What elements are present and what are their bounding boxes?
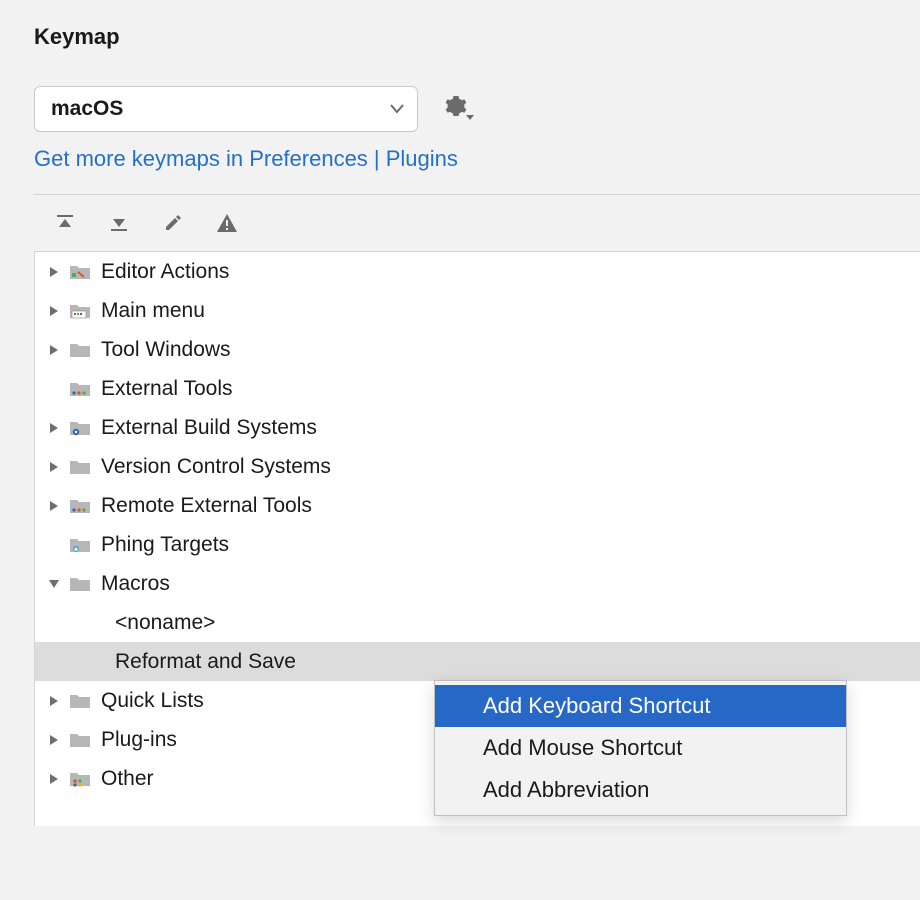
page-title: Keymap xyxy=(34,24,920,50)
gear-icon xyxy=(444,94,468,124)
folder-icon xyxy=(65,263,95,281)
tree-item-phing-targets[interactable]: Phing Targets xyxy=(35,525,920,564)
warning-icon xyxy=(216,213,238,239)
tree-item-main-menu[interactable]: Main menu xyxy=(35,291,920,330)
tree-item-label: Phing Targets xyxy=(101,533,229,557)
context-menu: Add Keyboard Shortcut Add Mouse Shortcut… xyxy=(434,680,847,816)
tree-item-external-tools[interactable]: External Tools xyxy=(35,369,920,408)
folder-icon xyxy=(65,731,95,749)
action-tree[interactable]: Editor Actions Main menu Tool Windows Ex… xyxy=(34,251,920,826)
keymap-selected-label: macOS xyxy=(51,97,123,121)
tree-item-label: External Build Systems xyxy=(101,416,317,440)
keymap-settings-button[interactable] xyxy=(442,95,470,123)
tree-item-macro-reformat-and-save[interactable]: Reformat and Save xyxy=(35,642,920,681)
tree-item-label: <noname> xyxy=(115,611,215,635)
expand-arrow-icon[interactable] xyxy=(43,773,65,785)
expand-arrow-icon[interactable] xyxy=(43,695,65,707)
folder-icon xyxy=(65,692,95,710)
tree-item-external-build-systems[interactable]: External Build Systems xyxy=(35,408,920,447)
edit-button[interactable] xyxy=(160,213,186,239)
chevron-down-icon xyxy=(389,97,405,121)
folder-icon xyxy=(65,458,95,476)
folder-icon xyxy=(65,380,95,398)
folder-icon xyxy=(65,770,95,788)
tree-item-label: Plug-ins xyxy=(101,728,177,752)
keymap-selector[interactable]: macOS xyxy=(34,86,418,132)
collapse-all-button[interactable] xyxy=(106,213,132,239)
tree-item-label: Version Control Systems xyxy=(101,455,331,479)
folder-icon xyxy=(65,497,95,515)
tree-toolbar xyxy=(34,203,920,251)
tree-item-label: Remote External Tools xyxy=(101,494,312,518)
pencil-icon xyxy=(163,213,183,239)
folder-icon xyxy=(65,302,95,320)
tree-item-remote-external-tools[interactable]: Remote External Tools xyxy=(35,486,920,525)
tree-item-macros[interactable]: Macros xyxy=(35,564,920,603)
expand-arrow-icon[interactable] xyxy=(43,500,65,512)
tree-item-tool-windows[interactable]: Tool Windows xyxy=(35,330,920,369)
folder-icon xyxy=(65,536,95,554)
tree-item-label: Editor Actions xyxy=(101,260,229,284)
expand-all-button[interactable] xyxy=(52,213,78,239)
expand-arrow-icon[interactable] xyxy=(43,734,65,746)
divider xyxy=(34,194,920,195)
get-more-keymaps-link[interactable]: Get more keymaps in Preferences | Plugin… xyxy=(34,146,920,172)
tree-item-label: Macros xyxy=(101,572,170,596)
folder-icon xyxy=(65,575,95,593)
menu-item-add-keyboard-shortcut[interactable]: Add Keyboard Shortcut xyxy=(435,685,846,727)
expand-all-icon xyxy=(55,213,75,239)
tree-item-label: Main menu xyxy=(101,299,205,323)
collapse-all-icon xyxy=(109,213,129,239)
tree-item-label: Quick Lists xyxy=(101,689,204,713)
menu-item-add-abbreviation[interactable]: Add Abbreviation xyxy=(435,769,846,811)
tree-item-label: Tool Windows xyxy=(101,338,231,362)
collapse-arrow-icon[interactable] xyxy=(43,579,65,589)
chevron-down-small-icon xyxy=(466,104,474,127)
folder-icon xyxy=(65,419,95,437)
folder-icon xyxy=(65,341,95,359)
menu-item-add-mouse-shortcut[interactable]: Add Mouse Shortcut xyxy=(435,727,846,769)
tree-item-editor-actions[interactable]: Editor Actions xyxy=(35,252,920,291)
expand-arrow-icon[interactable] xyxy=(43,266,65,278)
conflicts-button[interactable] xyxy=(214,213,240,239)
tree-item-label: Other xyxy=(101,767,154,791)
expand-arrow-icon[interactable] xyxy=(43,305,65,317)
tree-item-macro-noname[interactable]: <noname> xyxy=(35,603,920,642)
expand-arrow-icon[interactable] xyxy=(43,461,65,473)
tree-item-label: Reformat and Save xyxy=(115,650,296,674)
tree-item-label: External Tools xyxy=(101,377,233,401)
expand-arrow-icon[interactable] xyxy=(43,344,65,356)
expand-arrow-icon[interactable] xyxy=(43,422,65,434)
tree-item-version-control-systems[interactable]: Version Control Systems xyxy=(35,447,920,486)
